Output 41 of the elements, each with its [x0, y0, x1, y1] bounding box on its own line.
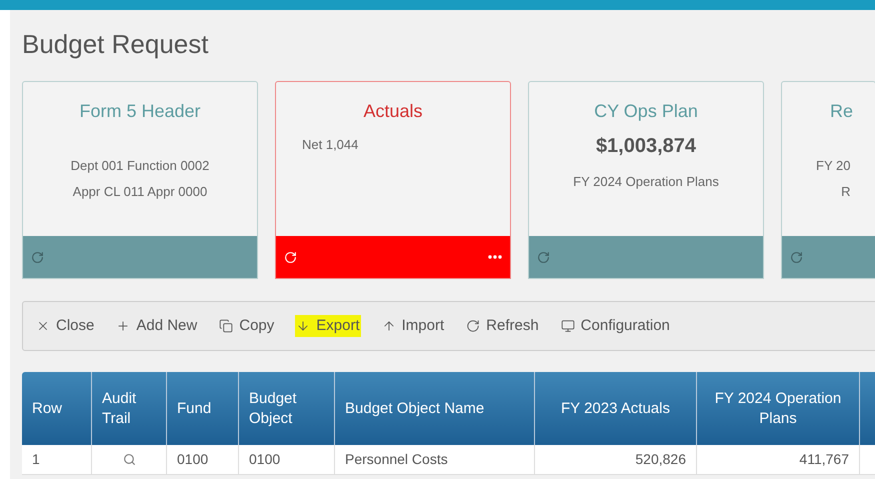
toolbar-button[interactable]: Copy — [218, 314, 276, 338]
card-detail: FY 2024 Operation Plans — [573, 173, 719, 191]
search-icon[interactable] — [122, 453, 136, 466]
card-amount: $1,003,874 — [596, 134, 696, 159]
table-cell: 1 — [22, 445, 92, 474]
summary-card[interactable]: Form 5 Header Dept 001 Function 0002 Appr CL 011 Appr 0000 — [22, 81, 258, 279]
toolbar-button[interactable]: Close — [35, 314, 96, 338]
card-detail: FY 20 — [816, 157, 850, 175]
page-title: Budget Request — [22, 28, 208, 60]
table-cell: 0100 — [239, 445, 335, 474]
refresh-icon[interactable] — [537, 250, 550, 264]
summary-card[interactable]: CY Ops Plan $1,003,874 FY 2024 Operation Plans — [528, 81, 764, 279]
card-note: Net 1,044 — [302, 136, 358, 154]
toolbar-button[interactable]: Refresh — [465, 314, 540, 338]
toolbar-button[interactable]: Configuration — [560, 314, 671, 338]
table-cell: 0100 — [167, 445, 239, 474]
copy-icon — [219, 319, 234, 333]
card-title: Re — [830, 100, 854, 123]
card-detail: Appr CL 011 Appr 0000 — [72, 183, 208, 201]
toolbar-button[interactable]: Add New — [115, 314, 198, 338]
refresh-icon[interactable] — [790, 250, 803, 264]
table-cell: 520,826 — [535, 445, 697, 474]
card-title: CY Ops Plan — [594, 100, 698, 123]
table-cell: Personnel Costs — [335, 445, 535, 474]
card-title: Form 5 Header — [79, 100, 201, 123]
card-detail: Dept 001 Function 0002 — [70, 157, 210, 175]
summary-card[interactable]: Actuals Net 1,044 — [275, 81, 511, 279]
card-title: Actuals — [363, 100, 423, 123]
toolbar-button[interactable]: Export — [295, 314, 361, 338]
monitor-icon — [560, 319, 575, 333]
plus-icon — [116, 319, 130, 333]
close-icon — [36, 319, 50, 333]
refresh-icon — [466, 319, 480, 333]
table-cell: 411,767 — [697, 445, 860, 474]
toolbar-button[interactable]: Import — [380, 314, 446, 338]
download-icon — [296, 319, 310, 333]
summary-card[interactable]: Re FY 20 R — [781, 81, 875, 279]
card-detail: R — [841, 183, 850, 201]
refresh-icon[interactable] — [31, 250, 44, 264]
upload-icon — [382, 319, 396, 333]
more-icon[interactable] — [488, 255, 502, 259]
